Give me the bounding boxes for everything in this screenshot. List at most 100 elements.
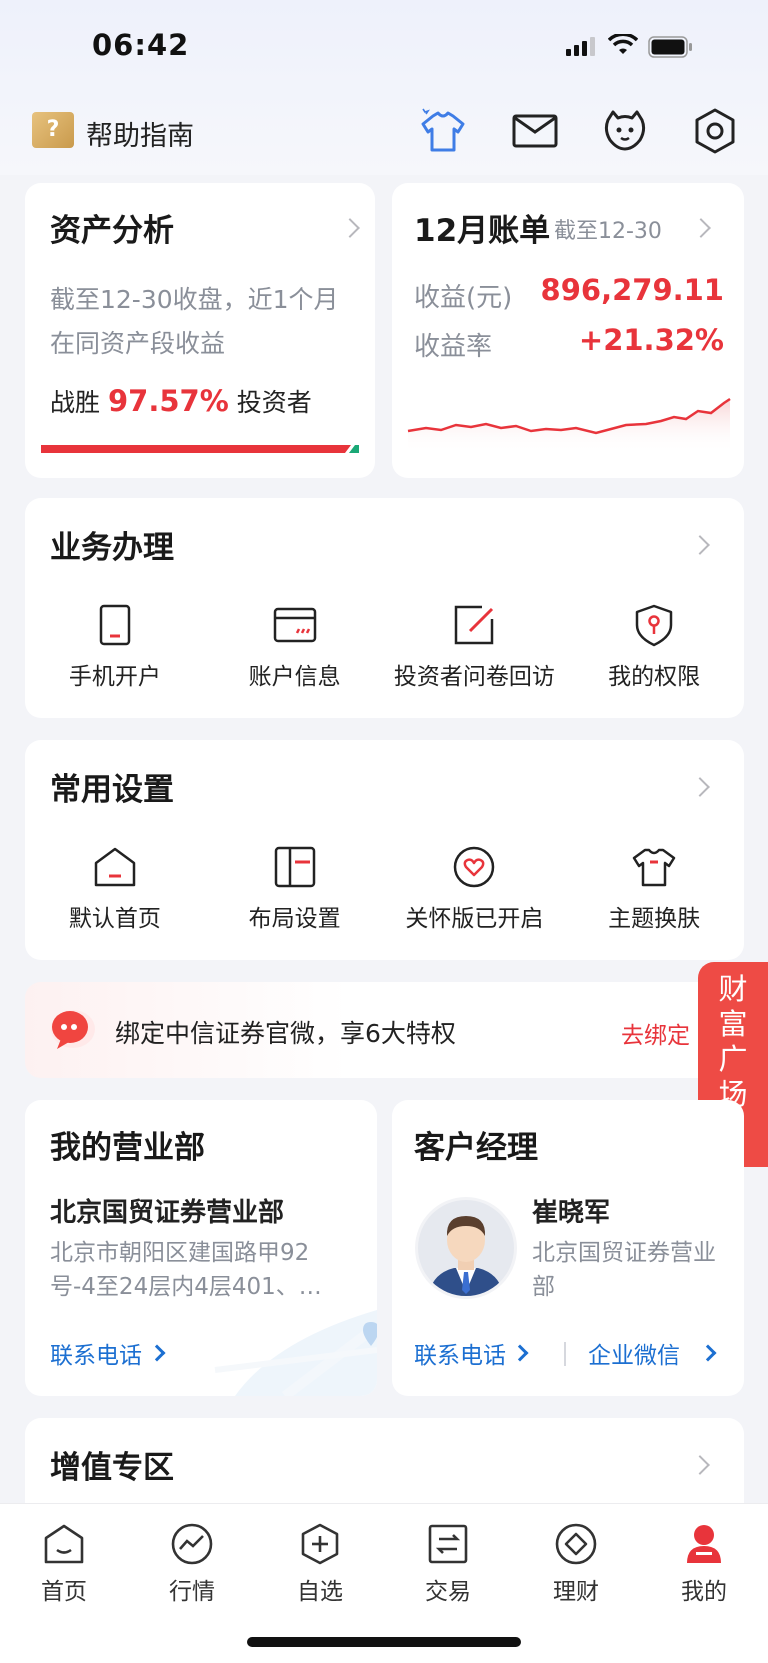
help-guide-icon[interactable]: ? [32, 112, 74, 148]
chevron-right-icon [690, 1455, 710, 1475]
manager-wechat-link[interactable]: 企业微信 [588, 1336, 680, 1370]
asset-analysis-title: 资产分析 [50, 213, 174, 249]
monthly-bill-card[interactable]: 12月账单 截至12-30 收益(元) 896,279.11 收益率 +21.3… [392, 183, 744, 478]
my-branch-card[interactable]: 我的营业部 北京国贸证券营业部 北京市朝阳区建国路甲92号-4至24层内4层40… [25, 1100, 377, 1396]
business-item-mobile-account[interactable]: 手机开户 [25, 603, 205, 691]
divider [564, 1342, 566, 1366]
business-card: 业务办理 手机开户 账户信息 投资者问卷回访 我的权限 [25, 498, 744, 718]
chevron-right-icon [699, 1344, 717, 1362]
settings-item-label: 布局设置 [248, 906, 341, 932]
mascot-service-icon[interactable] [600, 106, 650, 156]
branch-address: 北京市朝阳区建国路甲92号-4至24层内4层401、… [50, 1240, 322, 1300]
status-time: 06:42 [92, 28, 190, 62]
chat-bubble-icon [51, 1010, 95, 1049]
business-item-label: 手机开户 [68, 664, 161, 690]
asset-analysis-card[interactable]: 资产分析 截至12-30收盘，近1个月在同资产段收益 战胜 97.57% 投资者 [25, 183, 375, 478]
tab-label: 理财 [553, 1579, 599, 1605]
income-trend-sparkline [407, 397, 731, 453]
settings-grid: 默认首页 布局设置 关怀版已开启 主题换肤 [25, 845, 744, 933]
chevron-right-icon [340, 218, 360, 238]
bill-title: 12月账单 [414, 213, 551, 249]
tab-finance[interactable]: 理财 [512, 1522, 640, 1606]
banner-text: 绑定中信证券官微，享6大特权 [115, 1019, 456, 1048]
business-item-label: 我的权限 [608, 664, 701, 690]
business-title: 业务办理 [50, 530, 174, 566]
chevron-right-icon [511, 1344, 529, 1362]
beat-prefix: 战胜 [50, 388, 101, 417]
manager-name: 崔晓军 [532, 1198, 611, 1228]
branch-contact-label: 联系电话 [50, 1343, 142, 1369]
tab-label: 自选 [297, 1579, 343, 1605]
asset-analysis-desc: 截至12-30收盘，近1个月在同资产段收益 [50, 285, 339, 358]
rate-label: 收益率 [414, 332, 493, 362]
settings-title: 常用设置 [50, 772, 174, 808]
chevron-right-icon [691, 218, 711, 238]
business-grid: 手机开户 账户信息 投资者问卷回访 我的权限 [25, 603, 744, 691]
settings-item-theme[interactable]: 主题换肤 [564, 845, 744, 933]
business-item-my-permissions[interactable]: 我的权限 [564, 603, 744, 691]
wifi-icon [608, 34, 638, 54]
wechat-bind-banner[interactable]: 绑定中信证券官微，享6大特权 去绑定 [25, 982, 744, 1078]
settings-item-label: 关怀版已开启 [405, 906, 544, 932]
beat-investors-line: 战胜 97.57% 投资者 [50, 383, 312, 419]
account-manager-card[interactable]: 客户经理 崔晓军 北京国贸证券营业部 联系电话 企业微信 [392, 1100, 744, 1396]
home-tab-icon [44, 1524, 84, 1564]
trade-tab-icon [428, 1524, 468, 1564]
tab-market[interactable]: 行情 [128, 1522, 256, 1606]
heart-icon [454, 846, 495, 888]
tab-mine[interactable]: 我的 [640, 1522, 768, 1606]
status-bar: 06:42 [0, 26, 768, 66]
settings-item-layout[interactable]: 布局设置 [205, 845, 385, 933]
chevron-right-icon[interactable] [690, 777, 710, 797]
business-item-account-info[interactable]: 账户信息 [205, 603, 385, 691]
chart-tab-icon [171, 1523, 213, 1565]
manager-contact-label: 联系电话 [414, 1343, 506, 1369]
theme-shirt-icon[interactable] [418, 106, 468, 156]
beat-value: 97.57% [107, 384, 229, 418]
chevron-right-icon[interactable] [690, 535, 710, 555]
settings-item-label: 默认首页 [68, 906, 161, 932]
float-tab-char: 财 [718, 972, 748, 1006]
tab-label: 交易 [425, 1579, 471, 1605]
battery-icon [648, 36, 692, 58]
settings-gear-icon[interactable] [690, 106, 740, 156]
float-tab-char: 富 [718, 1007, 748, 1041]
beat-suffix: 投资者 [236, 388, 312, 417]
cellular-signal-icon [566, 37, 595, 56]
settings-item-label: 主题换肤 [608, 906, 701, 932]
home-indicator [247, 1637, 521, 1647]
bind-button[interactable]: 去绑定 [621, 1016, 690, 1050]
branch-name: 北京国贸证券营业部 [50, 1198, 285, 1228]
chevron-right-icon [148, 1344, 166, 1362]
tab-label: 首页 [41, 1579, 87, 1605]
tab-watchlist[interactable]: 自选 [256, 1522, 384, 1606]
manager-contact-link[interactable]: 联系电话 [414, 1336, 506, 1370]
manager-dept: 北京国贸证券营业部 [532, 1240, 716, 1300]
help-guide-link[interactable]: 帮助指南 [86, 114, 194, 153]
phone-icon [99, 604, 131, 646]
income-value: 896,279.11 [540, 273, 724, 307]
edit-icon [455, 605, 494, 645]
header: ? 帮助指南 [0, 104, 768, 156]
add-tab-icon [301, 1523, 339, 1565]
business-item-label: 账户信息 [248, 664, 341, 690]
settings-item-care-mode[interactable]: 关怀版已开启 [385, 845, 565, 933]
branch-title: 我的营业部 [50, 1130, 205, 1166]
person-tab-icon [687, 1525, 721, 1563]
shirt-icon [632, 848, 676, 887]
tab-home[interactable]: 首页 [0, 1522, 128, 1606]
tab-trade[interactable]: 交易 [384, 1522, 512, 1606]
manager-title: 客户经理 [414, 1130, 538, 1166]
manager-avatar [415, 1197, 517, 1299]
manager-wechat-label: 企业微信 [588, 1343, 680, 1369]
shield-key-icon [635, 604, 673, 647]
card-icon [273, 607, 316, 643]
settings-item-default-home[interactable]: 默认首页 [25, 845, 205, 933]
common-settings-card: 常用设置 默认首页 布局设置 关怀版已开启 主题换肤 [25, 740, 744, 960]
beat-progress-bar [41, 445, 359, 453]
beat-progress-fill [41, 445, 351, 453]
branch-contact-link[interactable]: 联系电话 [50, 1336, 142, 1370]
business-item-investor-survey[interactable]: 投资者问卷回访 [385, 603, 565, 691]
mail-icon[interactable] [510, 106, 560, 156]
tab-label: 行情 [169, 1579, 215, 1605]
